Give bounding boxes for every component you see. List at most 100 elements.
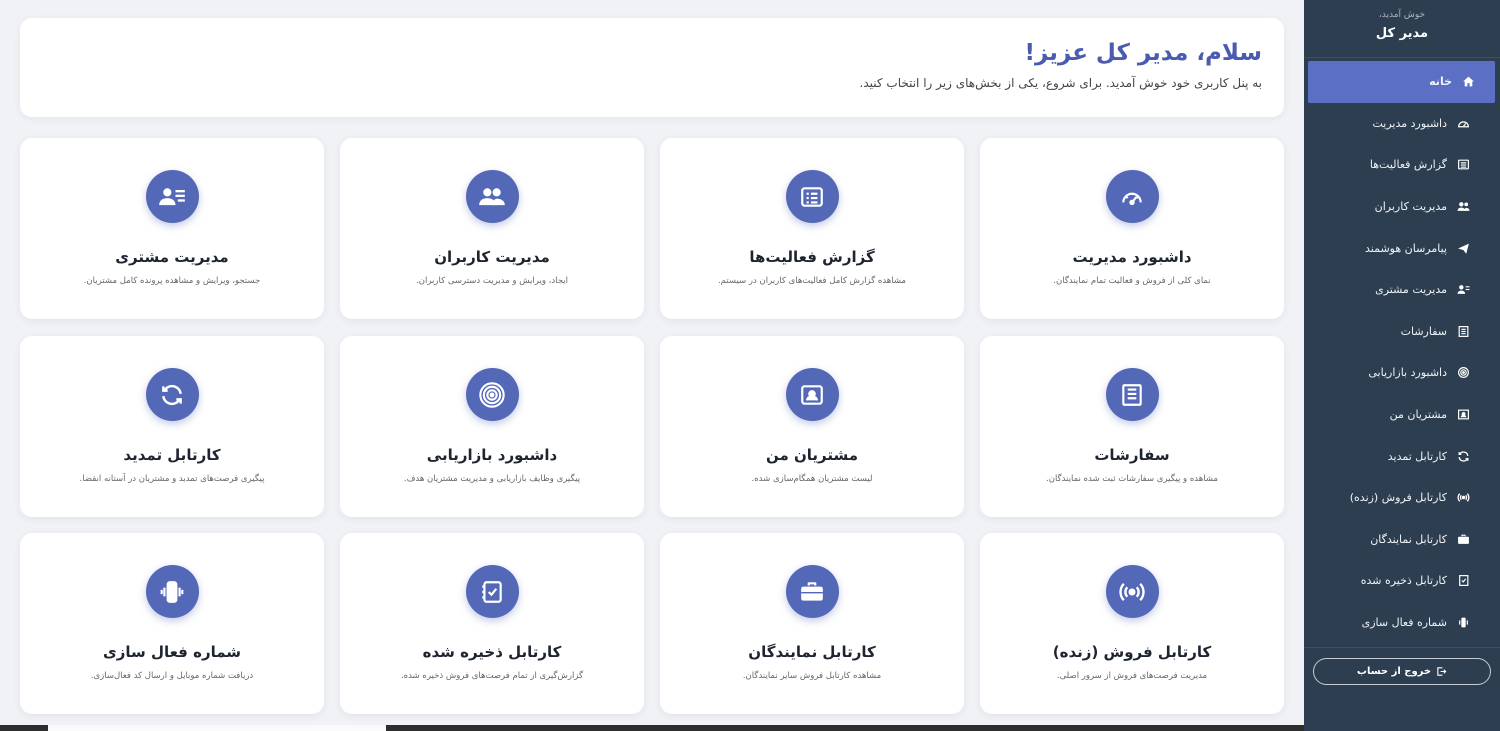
card-title: مدیریت کاربران — [434, 248, 550, 266]
sidebar-username: مدیر کل — [1375, 26, 1429, 41]
sidebar-item-renewal[interactable]: کارتابل تمدید — [1304, 435, 1495, 477]
card-desc: ایجاد، ویرایش و مدیریت دسترسی کاربران. — [416, 276, 568, 286]
sidebar-item-agents[interactable]: کارتابل نمایندگان — [1304, 519, 1495, 561]
card-desc: مشاهده کارتابل فروش سایر نمایندگان. — [742, 671, 882, 681]
card-activity-report[interactable]: گزارش فعالیت‌ها مشاهده گزارش کامل فعالیت… — [660, 138, 964, 319]
sidebar-item-my-customers[interactable]: مشتریان من — [1304, 394, 1495, 436]
logout-button[interactable]: خروج از حساب — [1313, 658, 1491, 685]
broadcast-icon — [1455, 491, 1471, 504]
sidebar-item-label: کارتابل فروش (زنده) — [1349, 491, 1447, 505]
sidebar-item-saved[interactable]: کارتابل ذخیره شده — [1304, 560, 1495, 602]
sidebar-nav: خانه داشبورد مدیریت گزارش فعالیت‌ها مدیر… — [1304, 58, 1500, 643]
card-admin-dashboard[interactable]: داشبورد مدیریت نمای کلی از فروش و فعالیت… — [980, 138, 1284, 319]
users-icon — [1455, 200, 1471, 213]
sidebar-item-label: گزارش فعالیت‌ها — [1369, 158, 1447, 172]
list-icon — [1455, 158, 1471, 171]
sidebar-item-marketing-dashboard[interactable]: داشبورد بازاریابی — [1304, 352, 1495, 394]
refresh-icon — [145, 368, 199, 421]
phone-icon — [145, 565, 199, 618]
sidebar-divider — [1304, 647, 1500, 648]
sidebar-item-label: مدیریت مشتری — [1375, 283, 1447, 297]
sidebar-item-admin-dashboard[interactable]: داشبورد مدیریت — [1304, 103, 1495, 145]
card-desc: دریافت شماره موبایل و ارسال کد فعال‌سازی… — [90, 671, 254, 681]
card-live-sales[interactable]: کارتابل فروش (زنده) مدیریت فرصت‌های فروش… — [980, 533, 1284, 714]
gauge-icon — [1455, 117, 1471, 130]
card-title: داشبورد مدیریت — [1072, 248, 1192, 266]
card-agents[interactable]: کارتابل نمایندگان مشاهده کارتابل فروش سا… — [660, 533, 964, 714]
receipt-icon — [1455, 325, 1471, 338]
sidebar-item-label: مدیریت کاربران — [1374, 200, 1447, 214]
target-icon — [465, 368, 519, 421]
card-title: کارتابل فروش (زنده) — [1052, 643, 1212, 661]
card-customer-management[interactable]: مدیریت مشتری جستجو، ویرایش و مشاهده پرون… — [20, 138, 324, 319]
card-desc: پیگیری وظایف بازاریابی و مدیریت مشتریان … — [403, 474, 581, 484]
phone-icon — [1455, 616, 1471, 629]
target-icon — [1455, 366, 1471, 379]
logout-icon — [1436, 666, 1447, 677]
card-activation-number[interactable]: شماره فعال سازی دریافت شماره موبایل و ار… — [20, 533, 324, 714]
card-desc: پیگیری فرصت‌های تمدید و مشتریان در آستان… — [79, 474, 265, 484]
card-orders[interactable]: سفارشات مشاهده و پیگیری سفارشات ثبت شده … — [980, 336, 1284, 517]
sidebar-item-activity-report[interactable]: گزارش فعالیت‌ها — [1304, 144, 1495, 186]
card-user-management[interactable]: مدیریت کاربران ایجاد، ویرایش و مدیریت دس… — [340, 138, 644, 319]
welcome-subtitle: به پنل کاربری خود خوش آمدید. برای شروع، … — [859, 76, 1262, 90]
sidebar-item-activation-number[interactable]: شماره فعال سازی — [1304, 602, 1495, 644]
contact-icon — [145, 170, 199, 223]
card-desc: مشاهده و پیگیری سفارشات ثبت شده نمایندگا… — [1046, 474, 1218, 484]
sidebar-item-label: داشبورد مدیریت — [1372, 116, 1447, 130]
logout-label: خروج از حساب — [1356, 666, 1432, 677]
id-card-icon — [785, 368, 839, 421]
sidebar-item-label: سفارشات — [1400, 324, 1447, 338]
card-desc: نمای کلی از فروش و فعالیت تمام نمایندگان… — [1053, 276, 1211, 286]
sidebar-item-home[interactable]: خانه — [1308, 61, 1495, 103]
card-title: گزارش فعالیت‌ها — [749, 248, 875, 266]
card-title: سفارشات — [1094, 446, 1170, 464]
gauge-icon — [1105, 170, 1159, 223]
card-desc: جستجو، ویرایش و مشاهده پرونده کامل مشتری… — [83, 276, 261, 286]
card-title: شماره فعال سازی — [102, 643, 242, 661]
card-marketing-dashboard[interactable]: داشبورد بازاریابی پیگیری وظایف بازاریابی… — [340, 336, 644, 517]
sidebar-item-smart-messenger[interactable]: پیامرسان هوشمند — [1304, 227, 1495, 269]
send-icon — [1455, 242, 1471, 255]
sidebar-item-live-sales[interactable]: کارتابل فروش (زنده) — [1304, 477, 1495, 519]
sidebar-item-label: کارتابل تمدید — [1387, 449, 1447, 463]
card-title: مشتریان من — [765, 446, 859, 464]
bottom-strip — [0, 725, 1304, 731]
saved-icon — [1455, 574, 1471, 587]
card-desc: گزارش‌گیری از تمام فرصت‌های فروش ذخیره ش… — [400, 671, 584, 681]
card-title: داشبورد بازاریابی — [426, 446, 558, 464]
sidebar-item-label: مشتریان من — [1389, 408, 1447, 422]
sidebar-item-customer-management[interactable]: مدیریت مشتری — [1304, 269, 1495, 311]
card-title: کارتابل تمدید — [123, 446, 221, 464]
card-renewal[interactable]: کارتابل تمدید پیگیری فرصت‌های تمدید و مش… — [20, 336, 324, 517]
receipt-icon — [1105, 368, 1159, 421]
card-desc: لیست مشتریان همگام‌سازی شده. — [751, 474, 873, 484]
broadcast-icon — [1105, 565, 1159, 618]
briefcase-icon — [785, 565, 839, 618]
saved-icon — [465, 565, 519, 618]
card-title: مدیریت مشتری — [115, 248, 229, 266]
briefcase-icon — [1455, 533, 1471, 546]
refresh-icon — [1455, 450, 1471, 463]
sidebar-item-label: کارتابل نمایندگان — [1370, 532, 1447, 546]
users-icon — [465, 170, 519, 223]
sidebar-item-label: کارتابل ذخیره شده — [1360, 574, 1447, 588]
welcome-panel: سلام، مدیر کل عزیز! به پنل کاربری خود خو… — [20, 18, 1284, 117]
card-saved[interactable]: کارتابل ذخیره شده گزارش‌گیری از تمام فرص… — [340, 533, 644, 714]
card-title: کارتابل نمایندگان — [748, 643, 876, 661]
sidebar-item-user-management[interactable]: مدیریت کاربران — [1304, 186, 1495, 228]
sidebar-header: خوش آمدید، مدیر کل — [1304, 0, 1500, 58]
sidebar-item-label: پیامرسان هوشمند — [1365, 241, 1447, 255]
sidebar-item-label: خانه — [1429, 75, 1452, 89]
sidebar-welcome: خوش آمدید، — [1378, 10, 1426, 20]
card-title: کارتابل ذخیره شده — [422, 643, 562, 661]
id-card-icon — [1455, 408, 1471, 421]
card-desc: مشاهده گزارش کامل فعالیت‌های کاربران در … — [717, 276, 906, 286]
contact-icon — [1455, 283, 1471, 296]
sidebar: خوش آمدید، مدیر کل خانه داشبورد مدیریت گ… — [1304, 0, 1500, 731]
sidebar-item-orders[interactable]: سفارشات — [1304, 311, 1495, 353]
welcome-title: سلام، مدیر کل عزیز! — [1024, 40, 1262, 66]
card-my-customers[interactable]: مشتریان من لیست مشتریان همگام‌سازی شده. — [660, 336, 964, 517]
sidebar-item-label: شماره فعال سازی — [1361, 616, 1447, 630]
home-icon — [1460, 75, 1476, 88]
